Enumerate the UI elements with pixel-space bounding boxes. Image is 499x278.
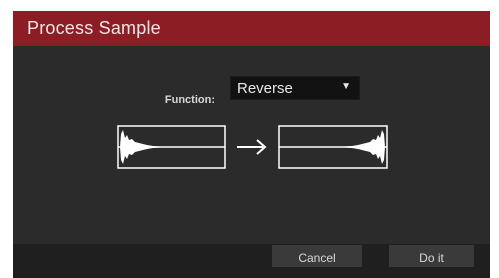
cancel-button[interactable]: Cancel [272,245,362,267]
reversed-waveform-icon [278,125,388,169]
chevron-down-icon: ▼ [341,81,351,92]
function-select[interactable]: Reverse ▼ [230,76,360,100]
function-select-value: Reverse [237,80,293,97]
dialog-title-bar: Process Sample [13,11,490,46]
waveform-icon [117,125,226,169]
waveform-preview [117,125,388,169]
function-label: Function: [164,94,215,106]
dialog-title: Process Sample [27,18,161,38]
process-sample-dialog: Process Sample Function: Reverse ▼ [13,11,490,278]
arrow-right-icon [237,139,267,155]
do-it-button[interactable]: Do it [389,245,474,267]
